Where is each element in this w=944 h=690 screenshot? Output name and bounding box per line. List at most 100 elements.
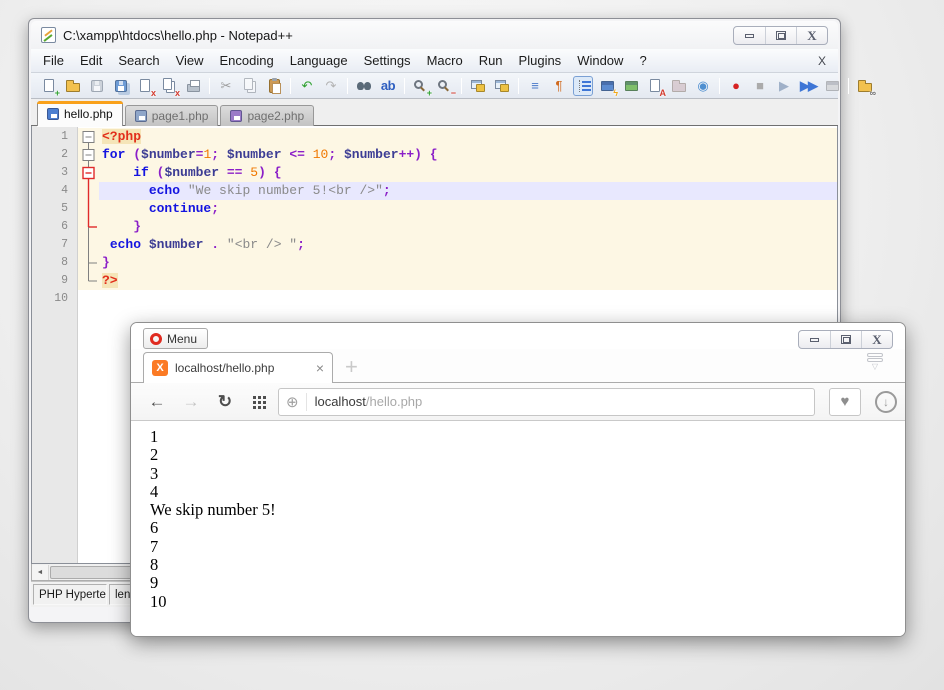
cut-icon[interactable]: ✂: [216, 76, 236, 96]
opera-titlebar[interactable]: Menu X: [131, 323, 905, 349]
notepadpp-titlebar[interactable]: C:\xampp\htdocs\hello.php - Notepad++ X: [31, 21, 838, 49]
document-map-icon[interactable]: [621, 76, 641, 96]
find-icon[interactable]: [354, 76, 374, 96]
zoom-out-icon[interactable]: −: [435, 76, 455, 96]
line-number: 2: [32, 146, 77, 164]
opera-maximize-button[interactable]: [830, 331, 861, 348]
show-all-characters-icon[interactable]: ¶: [549, 76, 569, 96]
toolbar-separator: [518, 78, 519, 94]
opera-menu-button[interactable]: Menu: [143, 328, 208, 349]
document-tab-page1-php[interactable]: page1.php: [125, 105, 219, 126]
url-path: /hello.php: [366, 394, 422, 409]
line-number: 8: [32, 254, 77, 272]
line-number: 6: [32, 218, 77, 236]
code-line-1: <?php: [78, 128, 837, 146]
close-all-icon[interactable]: x: [159, 76, 179, 96]
close-icon[interactable]: x: [135, 76, 155, 96]
save-all-icon[interactable]: [111, 76, 131, 96]
code-line-5: continue;: [78, 200, 837, 218]
minimize-button[interactable]: [734, 27, 765, 44]
show-indent-guide-icon[interactable]: [573, 76, 593, 96]
code-line-6: }: [78, 218, 837, 236]
save-icon[interactable]: [87, 76, 107, 96]
document-tab-page2-php[interactable]: page2.php: [220, 105, 314, 126]
address-bar[interactable]: ⊕ localhost /hello.php: [278, 388, 815, 416]
back-button[interactable]: ←: [147, 393, 167, 410]
download-button[interactable]: ↓: [875, 391, 897, 413]
opera-close-button[interactable]: X: [861, 331, 892, 348]
replace-icon[interactable]: ab: [378, 76, 398, 96]
bookmark-heart-button[interactable]: ♥: [829, 388, 861, 416]
menu-item-language[interactable]: Language: [282, 50, 356, 71]
menu-item-plugins[interactable]: Plugins: [511, 50, 570, 71]
reload-button[interactable]: ↻: [215, 393, 235, 410]
macro-record-icon[interactable]: ●: [726, 76, 746, 96]
closed-tabs-bin-button[interactable]: ▽: [867, 353, 883, 371]
maximize-icon: [776, 31, 786, 40]
browser-tab-localhost[interactable]: X localhost/hello.php ×: [143, 352, 333, 383]
zoom-in-icon[interactable]: +: [411, 76, 431, 96]
opera-minimize-button[interactable]: [799, 331, 830, 348]
menu-item-run[interactable]: Run: [471, 50, 511, 71]
folder-as-workspace-icon[interactable]: [669, 76, 689, 96]
new-file-icon[interactable]: +: [39, 76, 59, 96]
tab-label: page1.php: [152, 109, 209, 123]
notepadpp-app-icon: [41, 27, 56, 43]
code-line-2: for ($number=1; $number <= 10; $number++…: [78, 146, 837, 164]
paste-icon[interactable]: [264, 76, 284, 96]
minimize-icon: [810, 338, 819, 342]
opera-logo-icon: [150, 333, 162, 345]
output-line: 1: [150, 428, 905, 446]
scroll-left-arrow-icon[interactable]: ◄: [32, 565, 49, 580]
forward-button[interactable]: →: [181, 393, 201, 410]
macro-stop-icon[interactable]: ■: [750, 76, 770, 96]
heart-icon: ♥: [841, 393, 850, 410]
line-number: 10: [32, 290, 77, 308]
scrollbar-thumb[interactable]: [50, 566, 142, 579]
open-file-icon[interactable]: [63, 76, 83, 96]
open-containing-folder-icon[interactable]: ∞: [855, 76, 875, 96]
xampp-favicon: X: [152, 360, 168, 376]
tab-close-icon[interactable]: ×: [316, 361, 324, 375]
code-line-9: ?>: [78, 272, 837, 290]
menu-item-settings[interactable]: Settings: [356, 50, 419, 71]
line-number-margin[interactable]: 12345678910: [32, 126, 78, 563]
document-list-icon[interactable]: A: [645, 76, 665, 96]
saved-file-icon: [230, 110, 242, 122]
menu-item-encoding[interactable]: Encoding: [212, 50, 282, 71]
opera-window-controls: X: [798, 330, 893, 349]
menu-item-macro[interactable]: Macro: [419, 50, 471, 71]
tab-label: hello.php: [64, 107, 113, 121]
menubar-close-icon[interactable]: X: [818, 54, 826, 68]
redo-icon[interactable]: ↷: [321, 76, 341, 96]
menu-item-edit[interactable]: Edit: [72, 50, 110, 71]
toolbar-separator: [347, 78, 348, 94]
maximize-button[interactable]: [765, 27, 796, 44]
opera-window: Menu X X localhost/hello.php × + ▽ ← → ↻…: [130, 322, 906, 637]
word-wrap-icon[interactable]: ≡: [525, 76, 545, 96]
menu-item-help[interactable]: ?: [631, 50, 654, 71]
menu-item-file[interactable]: File: [35, 50, 72, 71]
document-tab-hello-php[interactable]: hello.php: [37, 101, 123, 126]
menu-item-search[interactable]: Search: [110, 50, 167, 71]
sync-horizontal-scrolling-icon[interactable]: [492, 76, 512, 96]
line-number: 1: [32, 128, 77, 146]
copy-icon[interactable]: [240, 76, 260, 96]
macro-play-icon[interactable]: ▶: [774, 76, 794, 96]
macro-save-icon[interactable]: [822, 76, 842, 96]
menu-item-window[interactable]: Window: [569, 50, 631, 71]
speed-dial-icon[interactable]: [253, 396, 256, 399]
function-list-icon[interactable]: ϟ: [597, 76, 617, 96]
new-tab-button[interactable]: +: [345, 356, 358, 378]
macro-run-multiple-icon[interactable]: ▶▶: [798, 76, 818, 96]
print-icon[interactable]: [183, 76, 203, 96]
monitoring-icon[interactable]: ◉: [693, 76, 713, 96]
undo-icon[interactable]: ↶: [297, 76, 317, 96]
output-line: We skip number 5!: [150, 501, 905, 519]
document-tab-bar: hello.php page1.php page2.php: [31, 99, 838, 126]
menu-item-view[interactable]: View: [168, 50, 212, 71]
close-button[interactable]: X: [796, 27, 827, 44]
code-line-7: echo $number . "<br /> ";: [78, 236, 837, 254]
line-number: 3: [32, 164, 77, 182]
sync-vertical-scrolling-icon[interactable]: [468, 76, 488, 96]
